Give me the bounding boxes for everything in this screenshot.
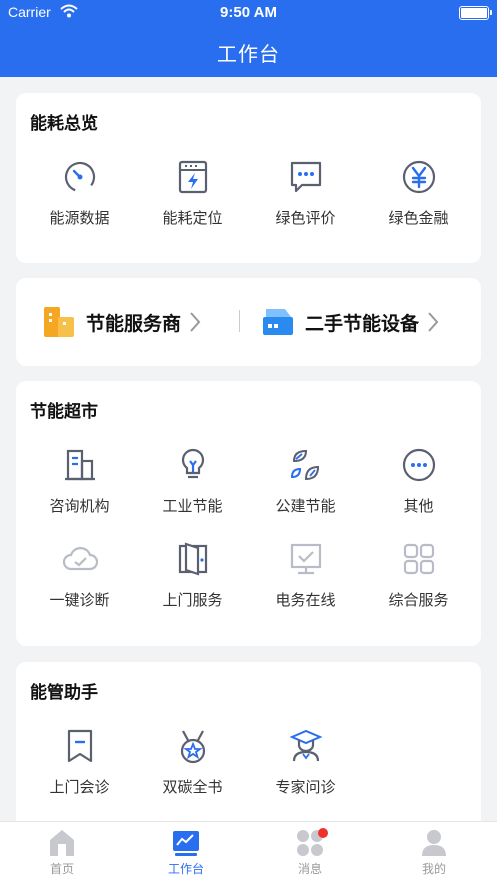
used-equipment-link[interactable]: 二手节能设备 [261,278,439,366]
grid-item-onsite-consult[interactable]: 上门会诊 [23,728,136,797]
energy-market-card: 节能超市 咨询机构 工业节能 公建节能 其他 一键诊断 上门服务 电务在线 综合… [16,381,481,646]
grid-item-label: 上门服务 [162,592,223,609]
tab-label: 消息 [297,862,322,876]
status-bar: Carrier 9:50 AM [0,4,497,22]
chart-monitor-icon [173,831,199,856]
grid-item-green-finance[interactable]: 绿色金融 [362,159,475,228]
bulb-icon [181,448,204,479]
tab-label: 首页 [49,862,74,876]
grid-item-consulting[interactable]: 咨询机构 [23,447,136,516]
section-title: 能管助手 [30,683,98,702]
grid-item-expert[interactable]: 专家问诊 [249,728,362,797]
grid-item-label: 能源数据 [49,210,110,227]
grid-item-public-building[interactable]: 公建节能 [249,447,362,516]
tab-home[interactable]: 首页 [0,828,124,877]
energy-overview-card: 能耗总览 能源数据 能耗定位 绿色评价 绿色金融 [16,93,481,263]
building-icon [64,449,95,481]
section-title: 节能超市 [30,402,98,421]
expert-icon [288,729,323,762]
grid-item-label: 公建节能 [275,498,336,515]
energy-provider-link[interactable]: 节能服务商 [42,278,201,366]
battery-icon [459,6,492,20]
grid-item-other[interactable]: 其他 [362,447,475,516]
leaves-icon [290,449,319,481]
divider [239,310,240,332]
energy-provider-label: 节能服务商 [86,313,182,335]
user-icon [422,830,446,856]
bookmark-icon [67,729,92,763]
grid-item-diagnosis[interactable]: 一键诊断 [23,541,136,610]
yen-coin-icon [402,160,435,194]
chevron-right-icon [428,312,439,332]
grid-item-label: 其他 [403,498,434,515]
gauge-icon [64,161,95,193]
grid-item-label: 绿色金融 [388,210,449,227]
grid-item-label: 绿色评价 [275,210,336,227]
grid-item-label: 上门会诊 [49,779,110,796]
grid-icon [403,543,434,575]
page-title: 工作台 [217,44,280,66]
server-box-icon [263,309,293,335]
grid-item-dual-carbon[interactable]: 双碳全书 [136,728,249,797]
unread-badge [318,828,328,838]
grid-item-energy-data[interactable]: 能源数据 [23,159,136,228]
tab-messages[interactable]: 消息 [248,828,372,877]
tab-bar: 首页 工作台 消息 我的 [0,821,497,883]
building-orange-icon [44,307,74,337]
clock-label: 9:50 AM [220,4,277,21]
home-icon [50,830,74,856]
energy-assistant-card: 能管助手 上门会诊 双碳全书 专家问诊 [16,662,481,832]
monitor-check-icon [290,543,321,575]
used-equipment-label: 二手节能设备 [305,313,420,335]
more-circle-icon [402,448,435,482]
tab-profile[interactable]: 我的 [372,828,496,877]
grid-item-label: 电务在线 [275,592,336,609]
grid-item-green-rating[interactable]: 绿色评价 [249,159,362,228]
grid-item-label: 综合服务 [388,592,449,609]
header-bar: Carrier 9:50 AM 工作台 [0,0,497,77]
tab-label: 我的 [421,862,446,876]
cloud-check-icon [62,547,98,571]
grid-item-label: 一键诊断 [49,592,110,609]
grid-item-label: 咨询机构 [49,498,110,515]
tab-workbench[interactable]: 工作台 [124,828,248,877]
section-title: 能耗总览 [30,114,98,133]
grid-item-electric-online[interactable]: 电务在线 [249,541,362,610]
grid-item-energy-locate[interactable]: 能耗定位 [136,159,249,228]
tab-label: 工作台 [167,862,204,876]
grid-item-label: 工业节能 [162,498,223,515]
grid-item-onsite[interactable]: 上门服务 [136,541,249,610]
door-icon [178,542,207,576]
grid-item-industrial[interactable]: 工业节能 [136,447,249,516]
chevron-right-icon [190,312,201,332]
chat-bubble-icon [290,161,321,193]
medal-icon [180,730,205,764]
grid-item-comprehensive[interactable]: 综合服务 [362,541,475,610]
services-card: 节能服务商 二手节能设备 [16,278,481,366]
grid-item-label: 双碳全书 [162,779,223,796]
grid-item-label: 专家问诊 [275,779,336,796]
grid-item-label: 能耗定位 [162,210,223,227]
power-panel-icon [178,160,207,194]
